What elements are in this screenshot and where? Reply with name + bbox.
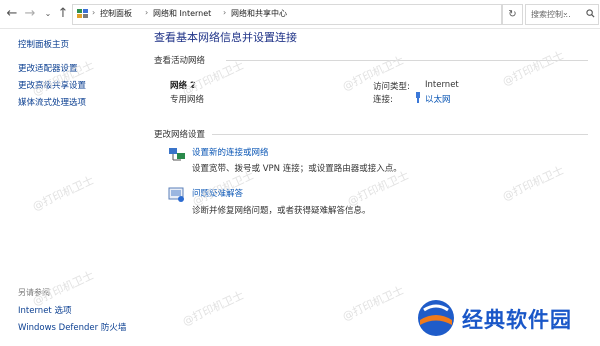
change-settings-heading: 更改网络设置 xyxy=(154,130,206,140)
connection-label: 连接: xyxy=(373,95,393,105)
brand-text: 经典软件园 xyxy=(462,308,572,332)
brand-logo: 经典软件园 xyxy=(416,298,596,340)
troubleshoot-icon xyxy=(168,187,184,202)
sidebar-item-control-panel-home[interactable]: 控制面板主页 xyxy=(18,38,69,50)
breadcrumb-separator: › xyxy=(92,8,96,17)
search-placeholder: 搜索控制... xyxy=(531,10,571,19)
breadcrumb-network-internet[interactable]: 网络和 Internet xyxy=(153,8,211,19)
page-title: 查看基本网络信息并设置连接 xyxy=(154,31,297,44)
section-divider xyxy=(212,134,588,135)
back-arrow-icon[interactable]: ← xyxy=(4,6,20,22)
access-type-label: 访问类型: xyxy=(373,82,410,92)
recent-chevron-icon[interactable]: ⌄ xyxy=(40,6,56,22)
access-type-value: Internet xyxy=(425,80,459,90)
connection-ethernet-link[interactable]: 以太网 xyxy=(425,93,451,105)
new-connection-icon xyxy=(169,148,185,161)
see-also-firewall[interactable]: Windows Defender 防火墙 xyxy=(18,321,126,333)
address-bar: ← → ⌄ ↑ › 控制面板 › 网络和 Internet › 网络和共享中心 … xyxy=(0,0,600,29)
troubleshoot-desc: 诊断并修复网络问题，或者获得疑难解答信息。 xyxy=(192,206,371,216)
path-box[interactable]: › 控制面板 › 网络和 Internet › 网络和共享中心 ⌄ xyxy=(72,4,569,25)
brand-emblem-icon xyxy=(418,300,454,336)
active-networks-heading: 查看活动网络 xyxy=(154,56,206,66)
search-icon xyxy=(586,9,595,18)
search-input[interactable]: 搜索控制... xyxy=(525,4,599,25)
refresh-icon[interactable]: ↻ xyxy=(502,4,523,25)
breadcrumb-control-panel[interactable]: 控制面板 xyxy=(100,8,132,19)
control-panel-icon xyxy=(77,9,88,18)
up-arrow-icon[interactable]: ↑ xyxy=(55,6,71,22)
watermark: @打印机卫士 xyxy=(180,288,246,329)
watermark: @打印机卫士 xyxy=(500,48,566,89)
watermark: @打印机卫士 xyxy=(500,163,566,204)
watermark: @打印机卫士 xyxy=(340,283,406,324)
setup-new-connection-desc: 设置宽带、拨号或 VPN 连接；或设置路由器或接入点。 xyxy=(192,164,402,174)
watermark: @打印机卫士 xyxy=(30,173,96,214)
ethernet-icon xyxy=(416,92,420,103)
setup-new-connection-link[interactable]: 设置新的连接或网络 xyxy=(192,146,269,158)
breadcrumb-separator: › xyxy=(145,8,149,17)
breadcrumb-separator: › xyxy=(223,8,227,17)
sidebar-item-media-streaming[interactable]: 媒体流式处理选项 xyxy=(18,96,86,108)
see-also-internet-options[interactable]: Internet 选项 xyxy=(18,304,71,316)
breadcrumb-network-sharing[interactable]: 网络和共享中心 xyxy=(231,8,287,19)
forward-arrow-icon[interactable]: → xyxy=(22,6,38,22)
